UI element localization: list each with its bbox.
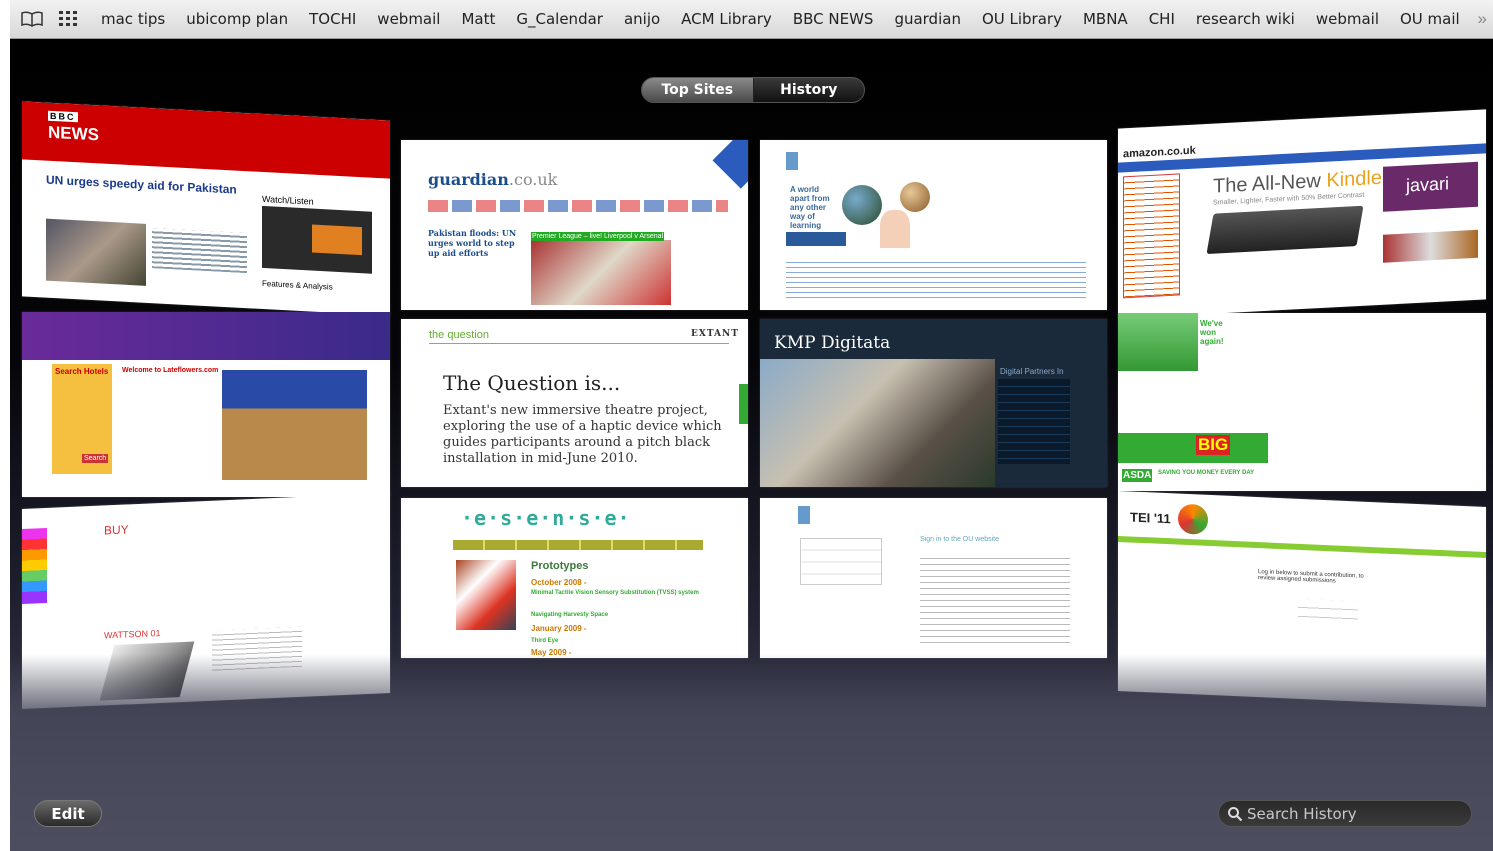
bookmark-tochi[interactable]: TOCHI [309, 10, 356, 28]
bookmark-ubicomp-plan[interactable]: ubicomp plan [186, 10, 288, 28]
asda-bubble: We've won again! [1200, 319, 1230, 346]
history-tab[interactable]: History [754, 78, 865, 102]
bookmark-guardian[interactable]: guardian [894, 10, 961, 28]
javari-logo: javari [1406, 173, 1450, 196]
bookmark-mbna[interactable]: MBNA [1083, 10, 1128, 28]
bookmark-g-calendar[interactable]: G_Calendar [516, 10, 603, 28]
site-tile-asda[interactable]: We've won again! BIG ASDA SAVING YOU MON… [1118, 313, 1486, 491]
bbc-watch-listen: Watch/Listen [262, 193, 314, 207]
tei-title: TEI '11 [1130, 509, 1171, 527]
bbc-headline: UN urges speedy aid for Pakistan [46, 172, 237, 197]
ou-signin-logo-icon [798, 506, 810, 524]
extant-logo: EXTANT [691, 329, 739, 339]
amazon-logo: amazon.co.uk [1123, 144, 1196, 161]
bbc-news-title: NEWS [48, 122, 99, 145]
bbc-logo: BBC [48, 110, 78, 123]
bookmark-chi[interactable]: CHI [1149, 10, 1175, 28]
site-tile-the-question[interactable]: the question EXTANT The Question is... E… [401, 319, 748, 487]
bookmark-matt[interactable]: Matt [461, 10, 495, 28]
guardian-lead-story: Pakistan floods: UN urges world to step … [428, 228, 517, 258]
bookmark-ou-mail[interactable]: OU mail [1400, 10, 1460, 28]
esense-item: October 2008 - [531, 578, 587, 587]
guardian-live: Premier League – live! Liverpool v Arsen… [531, 232, 665, 241]
site-tile-kmp-digitata[interactable]: KMP Digitata Digital Partners In [760, 319, 1107, 487]
view-toggle: Top Sites History [641, 77, 865, 103]
bookmark-webmail-2[interactable]: webmail [1316, 10, 1379, 28]
tei-body: Log in below to submit a contribution, t… [1258, 569, 1364, 585]
bookmark-webmail[interactable]: webmail [377, 10, 440, 28]
bookmark-acm-library[interactable]: ACM Library [681, 10, 772, 28]
top-sites-view: Top Sites History BBC NEWS UN urges spee… [10, 39, 1493, 851]
question-title: The Question is... [443, 371, 621, 395]
bbc-features: Features & Analysis [262, 278, 333, 292]
asda-big-promo: BIG [1196, 435, 1231, 455]
esense-item: Navigating Harvesty Space [531, 612, 609, 618]
open-book-icon[interactable] [20, 7, 44, 31]
search-history-field[interactable] [1218, 800, 1472, 827]
bookmark-ou-library[interactable]: OU Library [982, 10, 1062, 28]
bookmark-research-wiki[interactable]: research wiki [1196, 10, 1295, 28]
hotel-search-title: Search Hotels [55, 367, 109, 376]
question-body: Extant's new immersive theatre project, … [443, 403, 722, 466]
guardian-logo: guardian.co.uk [428, 170, 558, 189]
site-tile-bbc-news[interactable]: BBC NEWS UN urges speedy aid for Pakista… [22, 101, 390, 316]
wattson-title: WATTSON 01 [104, 627, 161, 641]
hotel-search-button: Search [82, 454, 109, 463]
site-tile-ou-signin[interactable]: Sign in to the OU website [760, 498, 1107, 658]
search-icon [1228, 806, 1243, 821]
lateflowers-welcome: Welcome to Lateflowers.com [122, 367, 219, 374]
top-sites-tab[interactable]: Top Sites [642, 78, 754, 102]
grid-icon[interactable] [56, 7, 80, 31]
edit-button[interactable]: Edit [34, 800, 102, 827]
kmp-panel: Digital Partners In [1000, 367, 1064, 376]
esense-item: Third Eye [531, 638, 559, 644]
ou-logo-icon [786, 152, 798, 170]
esense-heading: Prototypes [531, 560, 589, 572]
bookmark-anijo[interactable]: anijo [624, 10, 660, 28]
wattson-buy: BUY [104, 522, 129, 538]
esense-item: January 2009 - [531, 624, 587, 633]
kmp-logo: KMP Digitata [774, 333, 891, 353]
site-tile-open-university[interactable]: A world apart from any other way of lear… [760, 140, 1107, 310]
bookmarks-bar: mac tips ubicomp plan TOCHI webmail Matt… [10, 0, 1493, 39]
asda-tagline: SAVING YOU MONEY EVERY DAY [1158, 470, 1255, 476]
ou-tagline: A world apart from any other way of lear… [790, 185, 830, 230]
bookmarks-overflow-icon[interactable]: » [1478, 9, 1487, 29]
site-tile-esense[interactable]: ·e·s·e·n·s·e· Prototypes October 2008 - … [401, 498, 748, 658]
bookmark-mac-tips[interactable]: mac tips [101, 10, 165, 28]
ou-signin-heading: Sign in to the OU website [920, 536, 999, 543]
site-tile-amazon[interactable]: amazon.co.uk The All-New Kindle Smaller,… [1118, 109, 1486, 319]
site-tile-guardian[interactable]: guardian.co.uk Pakistan floods: UN urges… [401, 140, 748, 310]
bookmark-bbc-news[interactable]: BBC NEWS [793, 10, 874, 28]
the-question-logo: the question [429, 329, 489, 341]
search-history-input[interactable] [1247, 804, 1467, 823]
site-tile-lateflowers[interactable]: Search Hotels Search Welcome to Lateflow… [22, 312, 390, 497]
esense-logo: ·e·s·e·n·s·e· [461, 506, 631, 530]
esense-item: Minimal Tactile Vision Sensory Substitut… [531, 590, 699, 596]
asda-logo: ASDA [1122, 469, 1153, 482]
